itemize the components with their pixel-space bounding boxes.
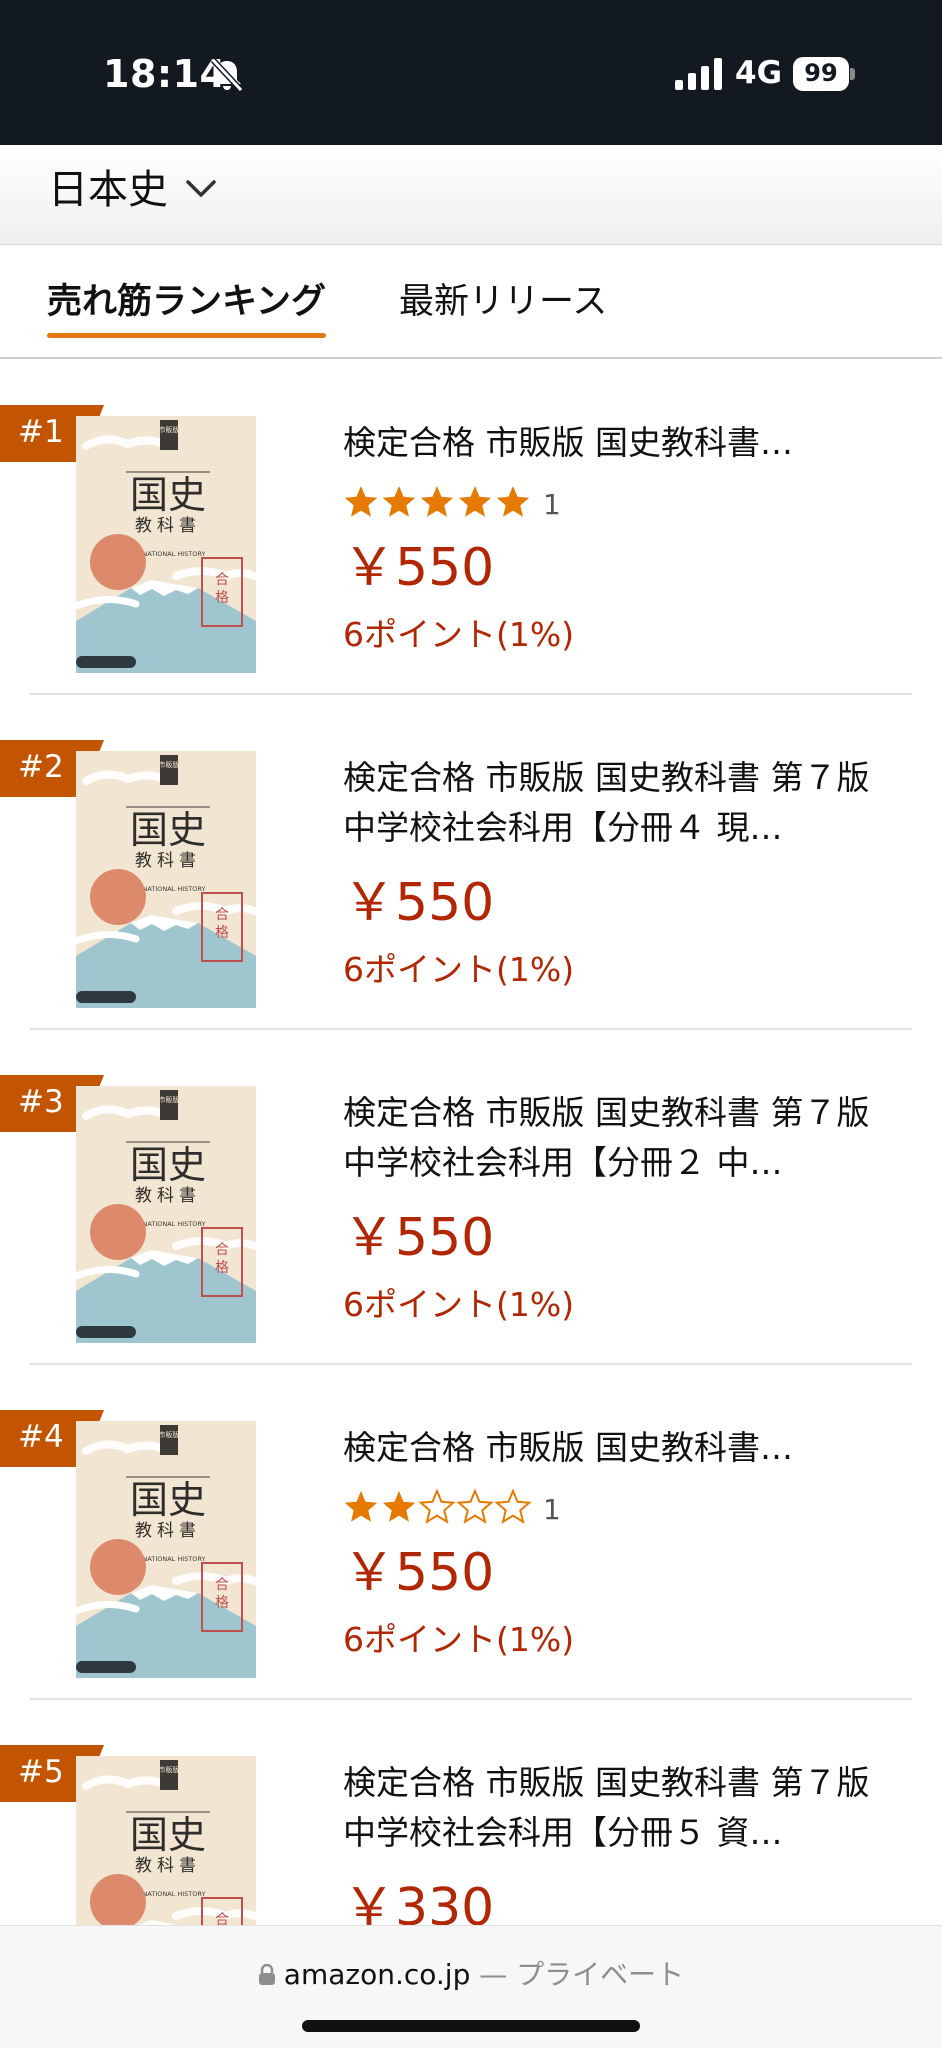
svg-text:NATIONAL HISTORY: NATIONAL HISTORY — [143, 1890, 206, 1898]
book-cover-image[interactable]: 市販版 国史 教科書 NATIONAL HISTORY 合 格 — [76, 751, 256, 1008]
star-filled-icon — [382, 1491, 416, 1522]
star-rating[interactable]: 1 — [343, 1488, 561, 1528]
svg-text:格: 格 — [215, 590, 229, 606]
price: ￥550 — [343, 873, 495, 933]
svg-text:合: 合 — [215, 1577, 229, 1593]
svg-text:NATIONAL HISTORY: NATIONAL HISTORY — [143, 885, 206, 893]
svg-text:国史: 国史 — [130, 1813, 206, 1857]
star-filled-icon — [344, 1491, 378, 1522]
star-filled-icon — [344, 486, 378, 517]
star-rating[interactable]: 1 — [343, 483, 561, 523]
stars-icon — [343, 483, 531, 525]
svg-text:教科書: 教科書 — [135, 1521, 201, 1541]
category-title[interactable]: 日本史 — [48, 157, 168, 215]
browser-address-bar[interactable]: amazon.co.jp — プライベート — [0, 1925, 942, 2048]
star-filled-icon — [496, 486, 530, 517]
svg-text:教科書: 教科書 — [135, 1856, 201, 1876]
tab-bestsellers[interactable]: 売れ筋ランキング — [47, 273, 326, 338]
product-title[interactable]: 検定合格 市販版 国史教科書… — [343, 418, 913, 468]
stars-icon — [343, 1488, 532, 1530]
url-row[interactable]: amazon.co.jp — プライベート — [0, 1953, 942, 1993]
status-bar: 18:14 4G 99 — [0, 0, 942, 145]
lock-icon — [258, 1964, 275, 1985]
points: 6ポイント(1%) — [343, 1285, 575, 1324]
price: ￥550 — [343, 1208, 495, 1268]
svg-text:合: 合 — [215, 572, 229, 588]
list-item[interactable]: #4 市販版 国史 教科書 NATIONAL HISTORY 合 格 検定合格 … — [0, 1365, 942, 1700]
category-header[interactable]: 日本史 — [0, 145, 942, 245]
star-filled-icon — [458, 486, 492, 517]
price: ￥550 — [343, 538, 495, 598]
svg-text:格: 格 — [215, 1260, 229, 1276]
private-label: プライベート — [516, 1958, 685, 1991]
svg-text:合: 合 — [215, 907, 229, 923]
battery-icon: 99 — [793, 57, 855, 91]
product-title[interactable]: 検定合格 市販版 国史教科書 第７版 中学校社会科用【分冊５ 資… — [343, 1758, 913, 1858]
svg-text:教科書: 教科書 — [135, 516, 201, 536]
svg-text:市販版: 市販版 — [159, 425, 180, 434]
home-indicator[interactable] — [302, 2020, 640, 2032]
svg-text:市販版: 市販版 — [159, 1765, 180, 1774]
points: 6ポイント(1%) — [343, 1620, 575, 1659]
ranking-tabs: 売れ筋ランキング 最新リリース — [0, 245, 942, 359]
product-title[interactable]: 検定合格 市販版 国史教科書 第７版 中学校社会科用【分冊４ 現… — [343, 753, 913, 853]
network-type: 4G — [735, 55, 783, 91]
bell-slash-icon — [210, 57, 244, 93]
price: ￥550 — [343, 1543, 495, 1603]
points: 6ポイント(1%) — [343, 615, 575, 654]
star-filled-icon — [420, 486, 454, 517]
list-item[interactable]: #3 市販版 国史 教科書 NATIONAL HISTORY 合 格 検定合格 … — [0, 1030, 942, 1365]
list-item[interactable]: #2 市販版 国史 教科書 NATIONAL HISTORY 合 格 検定合格 … — [0, 695, 942, 1030]
svg-text:教科書: 教科書 — [135, 851, 201, 871]
svg-text:市販版: 市販版 — [159, 1430, 180, 1439]
svg-text:国史: 国史 — [130, 808, 206, 852]
star-filled-icon — [382, 486, 416, 517]
book-cover-image[interactable]: 市販版 国史 教科書 NATIONAL HISTORY 合 格 — [76, 1086, 256, 1343]
svg-text:国史: 国史 — [130, 1478, 206, 1522]
rating-count: 1 — [543, 487, 561, 521]
book-cover-image[interactable]: 市販版 国史 教科書 NATIONAL HISTORY 合 格 — [76, 416, 256, 673]
list-item[interactable]: #1 市販版 国史 教科書 NATIONAL HISTORY 合 格 検定合格 … — [0, 360, 942, 695]
svg-text:合: 合 — [215, 1242, 229, 1258]
svg-text:NATIONAL HISTORY: NATIONAL HISTORY — [143, 1555, 206, 1563]
url-separator: — — [470, 1958, 517, 1991]
svg-text:NATIONAL HISTORY: NATIONAL HISTORY — [143, 550, 206, 558]
book-cover-image[interactable]: 市販版 国史 教科書 NATIONAL HISTORY 合 格 — [76, 1421, 256, 1678]
svg-text:教科書: 教科書 — [135, 1186, 201, 1206]
rating-count: 1 — [543, 1492, 561, 1526]
svg-text:国史: 国史 — [130, 473, 206, 517]
chevron-down-icon[interactable] — [184, 171, 218, 205]
points: 6ポイント(1%) — [343, 950, 575, 989]
product-title[interactable]: 検定合格 市販版 国史教科書… — [343, 1423, 913, 1473]
svg-text:市販版: 市販版 — [159, 1095, 180, 1104]
url-domain: amazon.co.jp — [283, 1958, 471, 1991]
svg-text:格: 格 — [215, 1595, 229, 1611]
tab-new-releases[interactable]: 最新リリース — [399, 273, 607, 324]
battery-level: 99 — [804, 59, 838, 87]
cellular-signal-icon — [675, 58, 722, 90]
star-empty-icon — [494, 1488, 532, 1524]
star-empty-icon — [418, 1488, 456, 1524]
svg-text:NATIONAL HISTORY: NATIONAL HISTORY — [143, 1220, 206, 1228]
svg-text:市販版: 市販版 — [159, 760, 180, 769]
svg-text:格: 格 — [215, 925, 229, 941]
product-title[interactable]: 検定合格 市販版 国史教科書 第７版 中学校社会科用【分冊２ 中… — [343, 1088, 913, 1188]
svg-text:国史: 国史 — [130, 1143, 206, 1187]
star-empty-icon — [456, 1488, 494, 1524]
